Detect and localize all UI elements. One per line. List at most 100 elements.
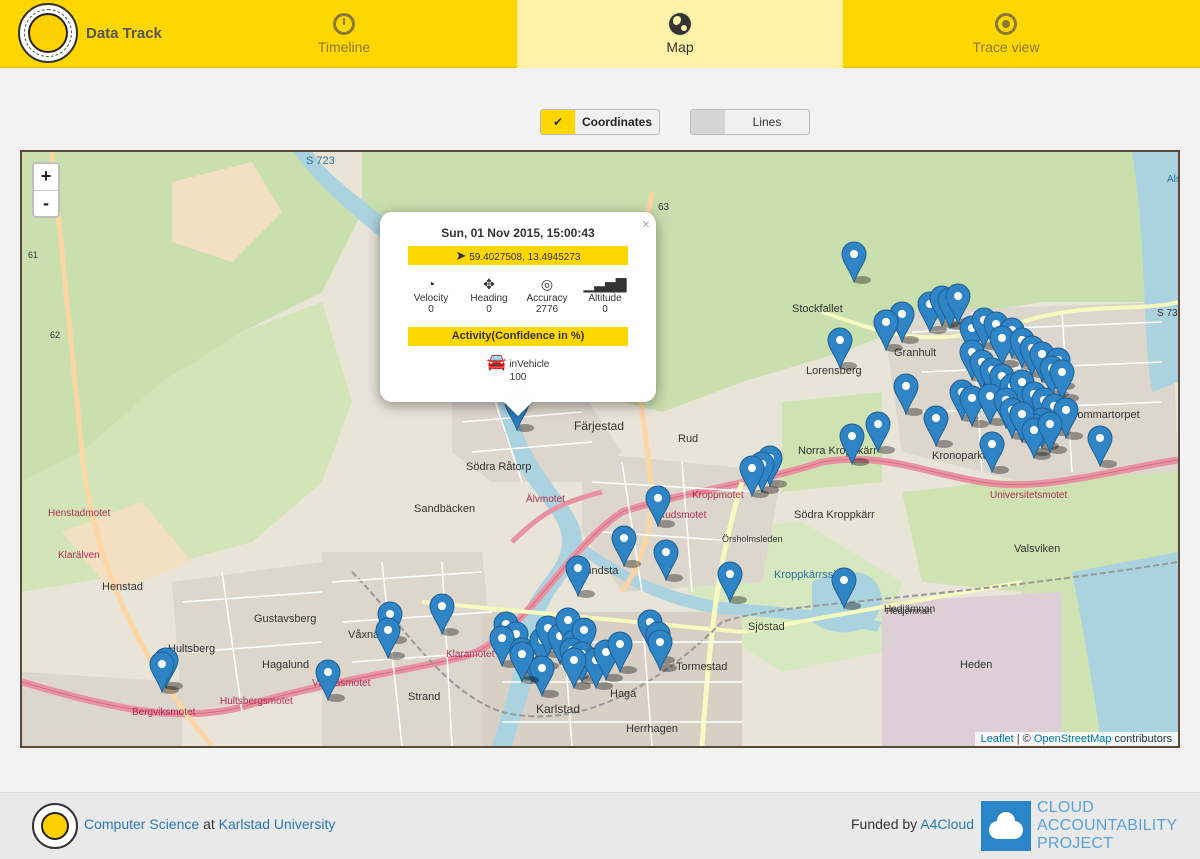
karlstad-university-link[interactable]: Karlstad University — [219, 816, 336, 832]
popup-coordinates-bar: ➤ 59.4027508, 13.4945273 — [408, 246, 628, 265]
activity-title: Activity(Confidence in %) — [408, 327, 628, 346]
a4cloud-link[interactable]: A4Cloud — [920, 816, 974, 832]
location-marker[interactable] — [315, 659, 341, 702]
zoom-out-button[interactable]: - — [34, 190, 58, 216]
tab-label: Timeline — [317, 39, 371, 55]
stat-label: Velocity — [413, 293, 449, 304]
app-title: Data Track — [86, 24, 162, 42]
marker-dot — [1018, 410, 1026, 418]
location-marker[interactable] — [645, 485, 671, 528]
marker-dot — [1062, 406, 1070, 414]
location-marker[interactable] — [873, 309, 899, 352]
activity-confidence: 100 — [509, 372, 527, 383]
osm-link[interactable]: OpenStreetMap — [1034, 733, 1112, 745]
zoom-in-button[interactable]: + — [34, 164, 58, 190]
tab-label: Map — [666, 39, 694, 55]
marker-dot — [1038, 350, 1046, 358]
popup-datetime: Sun, 01 Nov 2015, 15:00:43 — [441, 226, 595, 240]
marker-dot — [538, 664, 546, 672]
location-marker[interactable] — [831, 567, 857, 610]
zoom-control: + - — [32, 162, 60, 218]
unchecked-box — [691, 110, 725, 134]
speedometer-icon: ◔ — [426, 276, 436, 292]
popup-close-button[interactable]: × — [642, 216, 650, 232]
marker-dot — [616, 640, 624, 648]
marker-dot — [518, 650, 526, 658]
marker-dot — [726, 570, 734, 578]
university-logo-icon — [18, 3, 78, 63]
marker-dot — [748, 464, 756, 472]
location-marker[interactable] — [653, 539, 679, 582]
marker-dot — [580, 626, 588, 634]
marker-dot — [848, 432, 856, 440]
leaflet-link[interactable]: Leaflet — [981, 733, 1014, 745]
marker-dot — [836, 336, 844, 344]
marker-dot — [1046, 420, 1054, 428]
marker-dot — [384, 626, 392, 634]
marker-dot — [574, 564, 582, 572]
marker-dot — [998, 334, 1006, 342]
location-marker[interactable] — [739, 455, 765, 498]
target-icon: ◎ — [540, 276, 554, 292]
stat-accuracy: ◎ Accuracy 2776 — [523, 275, 571, 315]
marker-dot — [874, 420, 882, 428]
popup-coordinates: 59.4027508, 13.4945273 — [469, 252, 581, 263]
location-marker[interactable] — [529, 655, 555, 698]
location-marker[interactable] — [865, 411, 891, 454]
location-marker[interactable] — [565, 555, 591, 598]
marker-dot — [882, 318, 890, 326]
lines-toggle[interactable]: Lines — [690, 109, 810, 135]
footer-at: at — [203, 816, 215, 832]
location-marker[interactable] — [429, 593, 455, 636]
project-name: CLOUD ACCOUNTABILITY PROJECT — [1037, 799, 1178, 852]
cloud-icon — [981, 801, 1031, 851]
tab-trace-view[interactable]: Trace view — [843, 0, 1169, 68]
coordinates-toggle[interactable]: ✔ Coordinates — [540, 109, 660, 135]
map-attribution: Leaflet | © OpenStreetMap contributors — [974, 732, 1178, 746]
funded-by-label: Funded by — [851, 816, 918, 832]
funding: Funded by A4Cloud — [851, 816, 974, 832]
marker-dot — [1030, 426, 1038, 434]
arrows-icon: ✥ — [483, 276, 495, 292]
stat-value: 2776 — [535, 304, 559, 315]
footer-credits: Computer Science at Karlstad University — [84, 816, 335, 832]
location-marker[interactable] — [375, 617, 401, 660]
marker-dot — [662, 548, 670, 556]
stat-label: Altitude — [588, 293, 622, 304]
tab-map[interactable]: Map — [517, 0, 843, 68]
location-marker[interactable] — [717, 561, 743, 604]
marker-dot — [850, 250, 858, 258]
location-marker[interactable] — [611, 525, 637, 568]
check-icon: ✔ — [541, 110, 575, 134]
navigation-arrow-icon: ➤ — [455, 248, 467, 263]
marker-dot — [954, 292, 962, 300]
location-marker[interactable] — [841, 241, 867, 284]
marker-dot — [656, 638, 664, 646]
marker-dot — [564, 616, 572, 624]
stat-heading: ✥ Heading 0 — [465, 275, 513, 315]
location-marker[interactable] — [979, 431, 1005, 474]
app-header: Data Track Timeline Map Trace view — [0, 0, 1200, 68]
footer: Computer Science at Karlstad University … — [0, 792, 1200, 859]
signal-bars-icon: ▁▃▅▇ — [583, 276, 627, 292]
marker-dot — [988, 440, 996, 448]
stat-label: Heading — [470, 293, 508, 304]
computer-science-link[interactable]: Computer Science — [84, 816, 199, 832]
marker-dot — [932, 414, 940, 422]
brand[interactable]: Data Track — [18, 3, 162, 63]
map-view[interactable]: Färjestad Södra Råtorp Sandbäcken Henstad Gu… — [20, 150, 1180, 748]
clock-icon — [333, 13, 355, 35]
location-marker[interactable] — [839, 423, 865, 466]
car-icon: 🚘 — [486, 354, 507, 371]
location-marker[interactable] — [1087, 425, 1113, 468]
location-marker[interactable] — [923, 405, 949, 448]
location-marker[interactable] — [827, 327, 853, 370]
marker-dot — [620, 534, 628, 542]
marker-dot — [1096, 434, 1104, 442]
stat-label: Accuracy — [526, 293, 568, 304]
attribution-tail: contributors — [1111, 733, 1172, 745]
tab-timeline[interactable]: Timeline — [181, 0, 507, 68]
marker-dot — [840, 576, 848, 584]
location-marker[interactable] — [893, 373, 919, 416]
location-marker[interactable] — [647, 629, 673, 672]
